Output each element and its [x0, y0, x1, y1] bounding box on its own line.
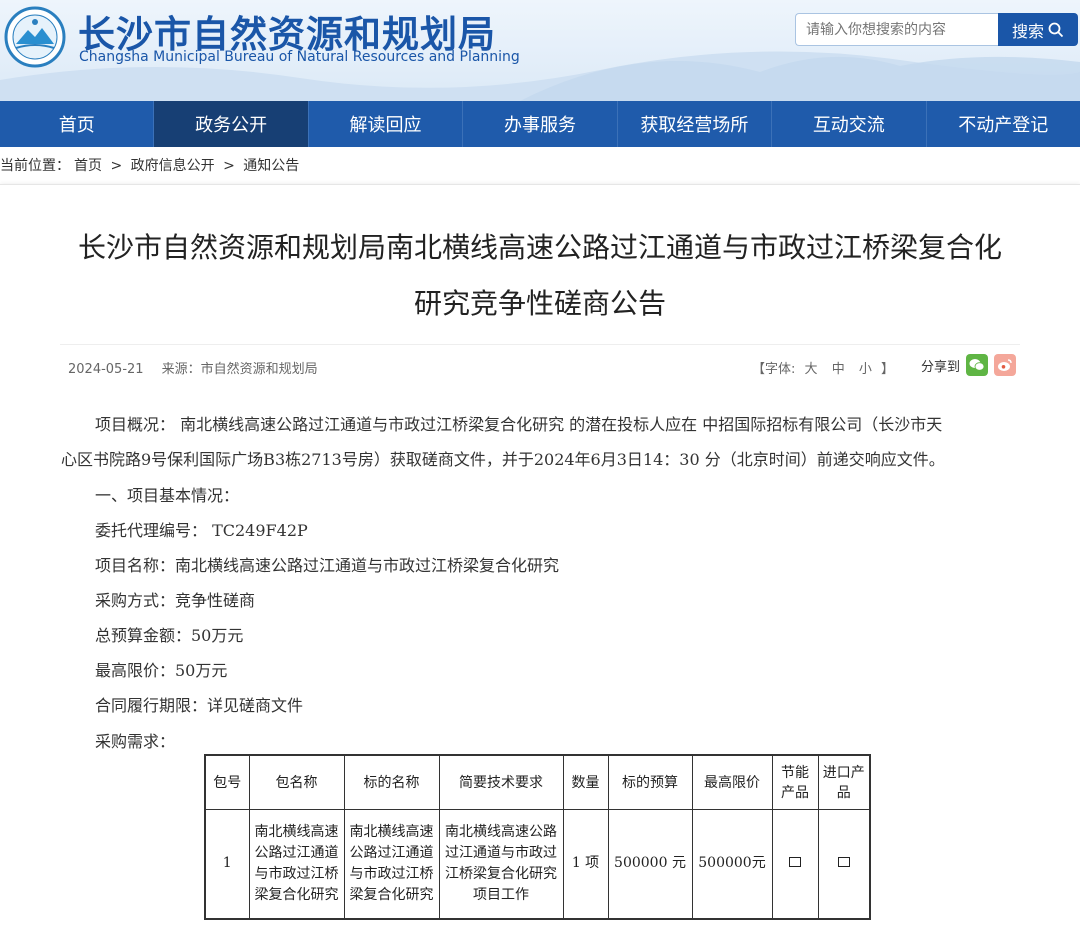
- paragraph-overview-1: 项目概况： 南北横线高速公路过江通道与市政过江桥梁复合化研究 的潜在投标人应在 …: [95, 415, 943, 434]
- bureau-logo[interactable]: [4, 6, 66, 68]
- table-header-row: 包号 包名称 标的名称 简要技术要求 数量 标的预算 最高限价 节能产品 进口产…: [204, 754, 871, 810]
- col-imported: 进口产品: [817, 754, 871, 810]
- site-header: 长沙市自然资源和规划局 Changsha Municipal Bureau of…: [0, 0, 1080, 101]
- font-size-control: 【字体: 大 中 小 】: [752, 358, 894, 377]
- cell-budget: 500000 元: [607, 808, 693, 920]
- font-size-medium[interactable]: 中: [832, 362, 845, 377]
- requirements-table: 包号 包名称 标的名称 简要技术要求 数量 标的预算 最高限价 节能产品 进口产…: [204, 754, 871, 920]
- checkbox-icon: [789, 857, 801, 868]
- section-heading: 一、项目基本情况：: [95, 486, 240, 505]
- cell-tech-req: 南北横线高速公路过江通道与市政过江桥梁复合化研究项目工作: [438, 808, 564, 920]
- cell-item-name: 南北横线高速公路过江通道与市政过江桥梁复合化研究: [343, 808, 440, 920]
- nav-interpretation[interactable]: 解读回应: [309, 101, 464, 147]
- cell-qty: 1 项: [562, 808, 609, 920]
- search-icon: [1048, 22, 1064, 37]
- contract-period: 合同履行期限：详见磋商文件: [95, 696, 304, 715]
- nav-home[interactable]: 首页: [0, 101, 155, 147]
- article-source: 来源：市自然资源和规划局: [161, 362, 318, 377]
- share-label: 分享到: [921, 359, 961, 375]
- total-budget: 总预算金额：50万元: [95, 626, 244, 645]
- procurement-requirements: 采购需求：: [95, 732, 176, 751]
- article-title: 长沙市自然资源和规划局南北横线高速公路过江通道与市政过江桥梁复合化 研究竞争性磋…: [0, 220, 1080, 332]
- cell-pkg-no: 1: [204, 808, 250, 920]
- article-title-line1: 长沙市自然资源和规划局南北横线高速公路过江通道与市政过江桥梁复合化: [77, 231, 1002, 264]
- project-name: 项目名称：南北横线高速公路过江通道与市政过江桥梁复合化研究: [95, 556, 560, 575]
- max-price: 最高限价：50万元: [95, 661, 228, 680]
- cell-energy-saving: [771, 808, 819, 920]
- col-pkg-no: 包号: [204, 754, 250, 810]
- cell-pkg-name: 南北横线高速公路过江通道与市政过江桥梁复合化研究: [248, 808, 345, 920]
- nav-interaction[interactable]: 互动交流: [772, 101, 927, 147]
- breadcrumb-notices[interactable]: 通知公告: [243, 158, 299, 174]
- col-qty: 数量: [562, 754, 609, 810]
- nav-services[interactable]: 办事服务: [463, 101, 618, 147]
- col-tech-req: 简要技术要求: [438, 754, 564, 810]
- col-budget: 标的预算: [607, 754, 693, 810]
- checkbox-icon: [837, 857, 850, 868]
- nav-real-estate[interactable]: 不动产登记: [927, 101, 1080, 147]
- title-divider: [60, 344, 1020, 345]
- wechat-share-icon[interactable]: [966, 354, 989, 376]
- font-size-large[interactable]: 大: [805, 362, 818, 377]
- breadcrumb-separator: >: [223, 158, 235, 174]
- col-item-name: 标的名称: [343, 754, 440, 810]
- breadcrumb-home[interactable]: 首页: [74, 158, 102, 174]
- search-button-label: 搜索: [1011, 21, 1044, 41]
- font-size-end: 】: [881, 362, 895, 377]
- search-button[interactable]: 搜索: [998, 13, 1078, 46]
- cell-max-price: 500000元: [691, 808, 773, 920]
- site-subtitle: Changsha Municipal Bureau of Natural Res…: [79, 49, 520, 65]
- article-meta: 2024-05-21 来源：市自然资源和规划局: [68, 358, 318, 377]
- col-max-price: 最高限价: [691, 754, 773, 810]
- share-bar: 分享到: [921, 354, 1017, 376]
- table-row: 1 南北横线高速公路过江通道与市政过江桥梁复合化研究 南北横线高速公路过江通道与…: [204, 808, 871, 920]
- font-size-label: 【字体:: [752, 362, 796, 377]
- main-nav: 首页 政务公开 解读回应 办事服务 获取经营场所 互动交流 不动产登记: [0, 101, 1080, 147]
- procurement-method: 采购方式：竞争性磋商: [95, 591, 256, 610]
- col-energy-saving: 节能产品: [771, 754, 819, 810]
- agency-code: 委托代理编号： TC249F42P: [95, 521, 308, 540]
- cell-imported: [817, 808, 871, 920]
- paragraph-overview-2: 心区书院路9号保利国际广场B3栋2713号房）获取磋商文件，并于2024年6月3…: [61, 450, 945, 469]
- nav-government-affairs[interactable]: 政务公开: [154, 101, 309, 147]
- weibo-share-icon[interactable]: [994, 354, 1017, 376]
- breadcrumb-separator: >: [110, 158, 123, 174]
- article-date: 2024-05-21: [68, 362, 144, 377]
- breadcrumb: 当前位置： 首页 > 政府信息公开 > 通知公告: [0, 155, 303, 175]
- font-size-small[interactable]: 小: [859, 362, 872, 377]
- nav-business-premises[interactable]: 获取经营场所: [618, 101, 773, 147]
- article-title-line2: 研究竞争性磋商公告: [413, 287, 666, 320]
- breadcrumb-prefix: 当前位置：: [0, 158, 70, 174]
- search-input[interactable]: [795, 13, 998, 46]
- col-pkg-name: 包名称: [248, 754, 345, 810]
- breadcrumb-gov-info[interactable]: 政府信息公开: [131, 158, 215, 174]
